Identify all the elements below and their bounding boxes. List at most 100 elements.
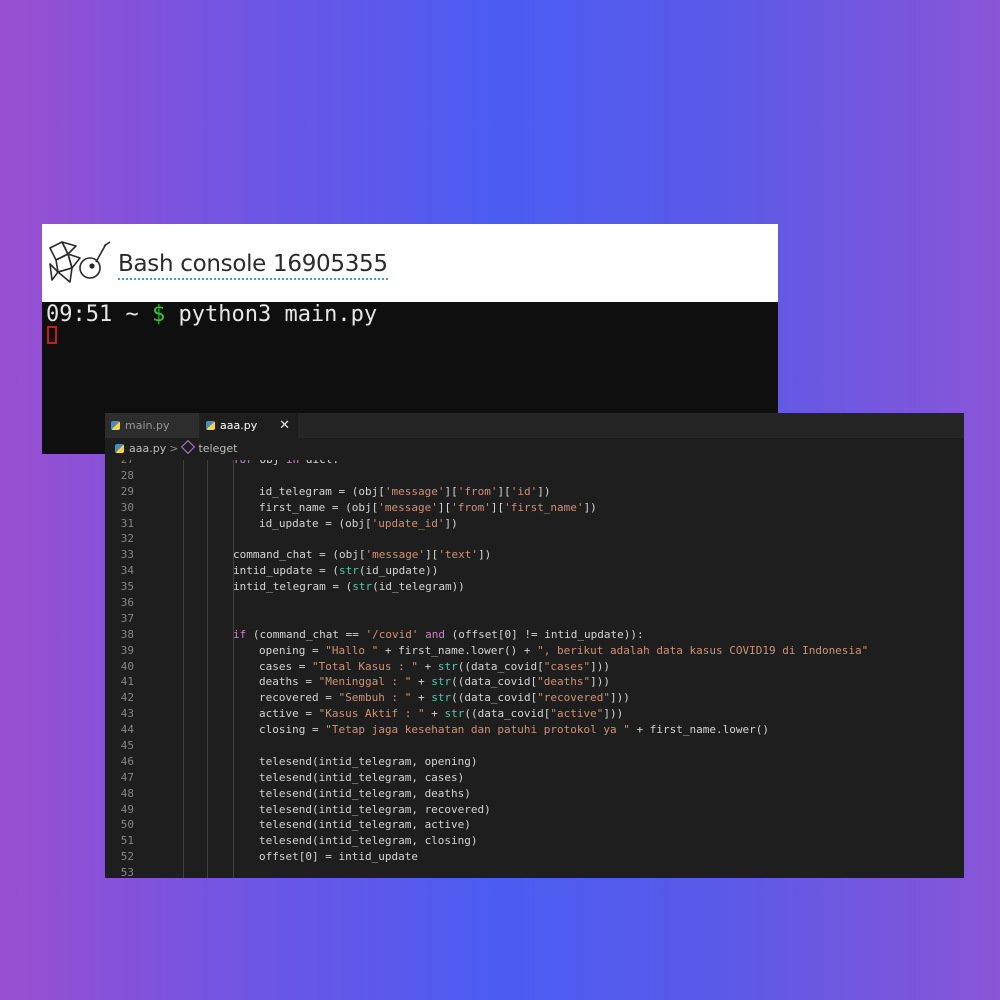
code-line[interactable]: 49 telesend(intid_telegram, recovered) — [105, 801, 964, 818]
code-line[interactable]: 40 cases = "Total Kasus : " + str((data_c… — [105, 658, 964, 675]
indent-guide — [183, 658, 184, 675]
code-token: + — [424, 707, 445, 721]
editor-tab-bar: main.py aaa.py ✕ — [105, 413, 964, 438]
code-line[interactable]: 33 command_chat = (obj['message']['text']… — [105, 547, 964, 564]
code-line[interactable]: 50 telesend(intid_telegram, active) — [105, 817, 964, 834]
code-token: for — [233, 460, 253, 466]
code-line[interactable]: 53 — [105, 865, 964, 878]
tab-main-py[interactable]: main.py — [105, 413, 199, 438]
code-line[interactable]: 36 — [105, 595, 964, 611]
code-token: ((data_covid[ — [457, 659, 544, 673]
code-line[interactable]: 27 for obj in dict: — [105, 460, 964, 468]
code-token: 'message' — [365, 548, 426, 562]
line-number: 40 — [120, 659, 134, 673]
code-token: ])) — [590, 659, 611, 673]
code-line[interactable]: 30 first_name = (obj['message']['from']['… — [105, 499, 964, 516]
code-line[interactable]: 47 telesend(intid_telegram, cases) — [105, 769, 964, 786]
code-text: id_telegram = (obj['message']['from']['i… — [259, 484, 550, 500]
line-number: 46 — [120, 754, 134, 768]
indent-guide — [207, 753, 208, 770]
code-token: "deaths" — [537, 675, 591, 689]
line-number: 28 — [120, 468, 134, 482]
indent-guide — [183, 738, 184, 754]
code-token: str — [338, 564, 359, 578]
code-token: offset[0] = intid_update — [259, 850, 418, 864]
code-line[interactable]: 46 telesend(intid_telegram, opening) — [105, 753, 964, 770]
close-tab-icon[interactable]: ✕ — [279, 413, 290, 438]
code-line[interactable]: 51 telesend(intid_telegram, closing) — [105, 833, 964, 850]
symbol-method-icon — [181, 439, 196, 455]
code-line[interactable]: 48 telesend(intid_telegram, deaths) — [105, 785, 964, 802]
breadcrumb-symbol[interactable]: teleget — [198, 442, 237, 455]
indent-guide — [233, 499, 234, 516]
console-title[interactable]: Bash console 16905355 — [118, 251, 388, 280]
code-line[interactable]: 43 active = "Kasus Aktif : " + str((data_… — [105, 706, 964, 723]
code-line[interactable]: 32 — [105, 531, 964, 548]
indent-guide — [183, 483, 184, 500]
code-token: + first_name.lower() — [629, 723, 769, 737]
terminal-command: python3 main.py — [178, 302, 378, 327]
code-token: (id_telegram)) — [372, 580, 465, 594]
indent-guide — [183, 579, 184, 596]
code-line[interactable]: 42 recovered = "Sembuh : " + str((data_co… — [105, 690, 964, 707]
line-number: 38 — [120, 627, 134, 641]
code-line[interactable]: 37 — [105, 610, 964, 627]
code-token: str — [437, 659, 458, 673]
code-token: dict: — [299, 460, 339, 466]
code-line[interactable]: 28 — [105, 467, 964, 484]
code-line[interactable]: 39 opening = "Hallo " + first_name.lower(… — [105, 642, 964, 659]
indent-guide — [233, 785, 234, 802]
indent-guide — [207, 547, 208, 564]
code-text: opening = "Hallo " + first_name.lower() … — [259, 643, 868, 659]
code-token: obj — [253, 460, 286, 466]
code-line[interactable]: 45 — [105, 738, 964, 754]
code-line[interactable]: 29 id_telegram = (obj['message']['from'][… — [105, 483, 964, 500]
code-token: first_name = (obj[ — [259, 500, 379, 514]
breadcrumb-separator: > — [169, 442, 179, 455]
code-token: '/covid' — [365, 627, 419, 641]
code-token: "active" — [550, 707, 604, 721]
code-text: recovered = "Sembuh : " + str((data_covi… — [259, 690, 630, 706]
code-line[interactable]: 31 id_update = (obj['update_id']) — [105, 515, 964, 532]
code-token: id_telegram = (obj[ — [259, 484, 385, 498]
tab-label: aaa.py — [220, 419, 258, 432]
indent-guide — [233, 467, 234, 484]
line-number: 44 — [120, 723, 134, 737]
code-token: telesend(intid_telegram, closing) — [259, 834, 478, 848]
indent-guide — [207, 817, 208, 834]
code-line[interactable]: 35 intid_telegram = (str(id_telegram)) — [105, 579, 964, 596]
indent-guide — [233, 865, 234, 878]
line-number: 42 — [120, 691, 134, 705]
indent-guide — [183, 547, 184, 564]
code-line[interactable]: 52 offset[0] = intid_update — [105, 849, 964, 866]
code-line[interactable]: 34 intid_update = (str(id_update)) — [105, 563, 964, 580]
line-number: 36 — [120, 596, 134, 610]
code-text: telesend(intid_telegram, recovered) — [259, 802, 491, 818]
code-token: id_update = (obj[ — [259, 516, 372, 530]
line-number: 32 — [120, 532, 134, 546]
python-file-icon — [115, 444, 124, 453]
code-token: str — [431, 691, 452, 705]
indent-guide — [207, 785, 208, 802]
code-area[interactable]: 27 for obj in dict: 28 29 id_telegram = (obj… — [105, 460, 964, 878]
console-header: Bash console 16905355 — [42, 224, 778, 302]
indent-guide — [233, 801, 234, 818]
tab-aaa-py[interactable]: aaa.py ✕ — [200, 413, 298, 438]
breadcrumb-file[interactable]: aaa.py — [129, 442, 166, 455]
code-token: intid_update = ( — [233, 564, 339, 578]
indent-guide — [233, 674, 234, 691]
code-token: telesend(intid_telegram, cases) — [259, 770, 465, 784]
code-token: telesend(intid_telegram, deaths) — [259, 786, 471, 800]
indent-guide — [207, 460, 208, 468]
indent-guide — [233, 706, 234, 723]
code-line[interactable]: 38 if (command_chat == '/covid' and (offs… — [105, 626, 964, 643]
code-token: intid_telegram = ( — [233, 580, 353, 594]
line-number: 39 — [120, 643, 134, 657]
indent-guide — [207, 674, 208, 691]
code-token: "Meninggal : " — [318, 675, 412, 689]
code-line[interactable]: 41 deaths = "Meninggal : " + str((data_co… — [105, 674, 964, 691]
indent-guide — [183, 801, 184, 818]
code-token: ][ — [437, 500, 452, 514]
code-token: ][ — [490, 500, 505, 514]
code-line[interactable]: 44 closing = "Tetap jaga kesehatan dan pa… — [105, 722, 964, 739]
